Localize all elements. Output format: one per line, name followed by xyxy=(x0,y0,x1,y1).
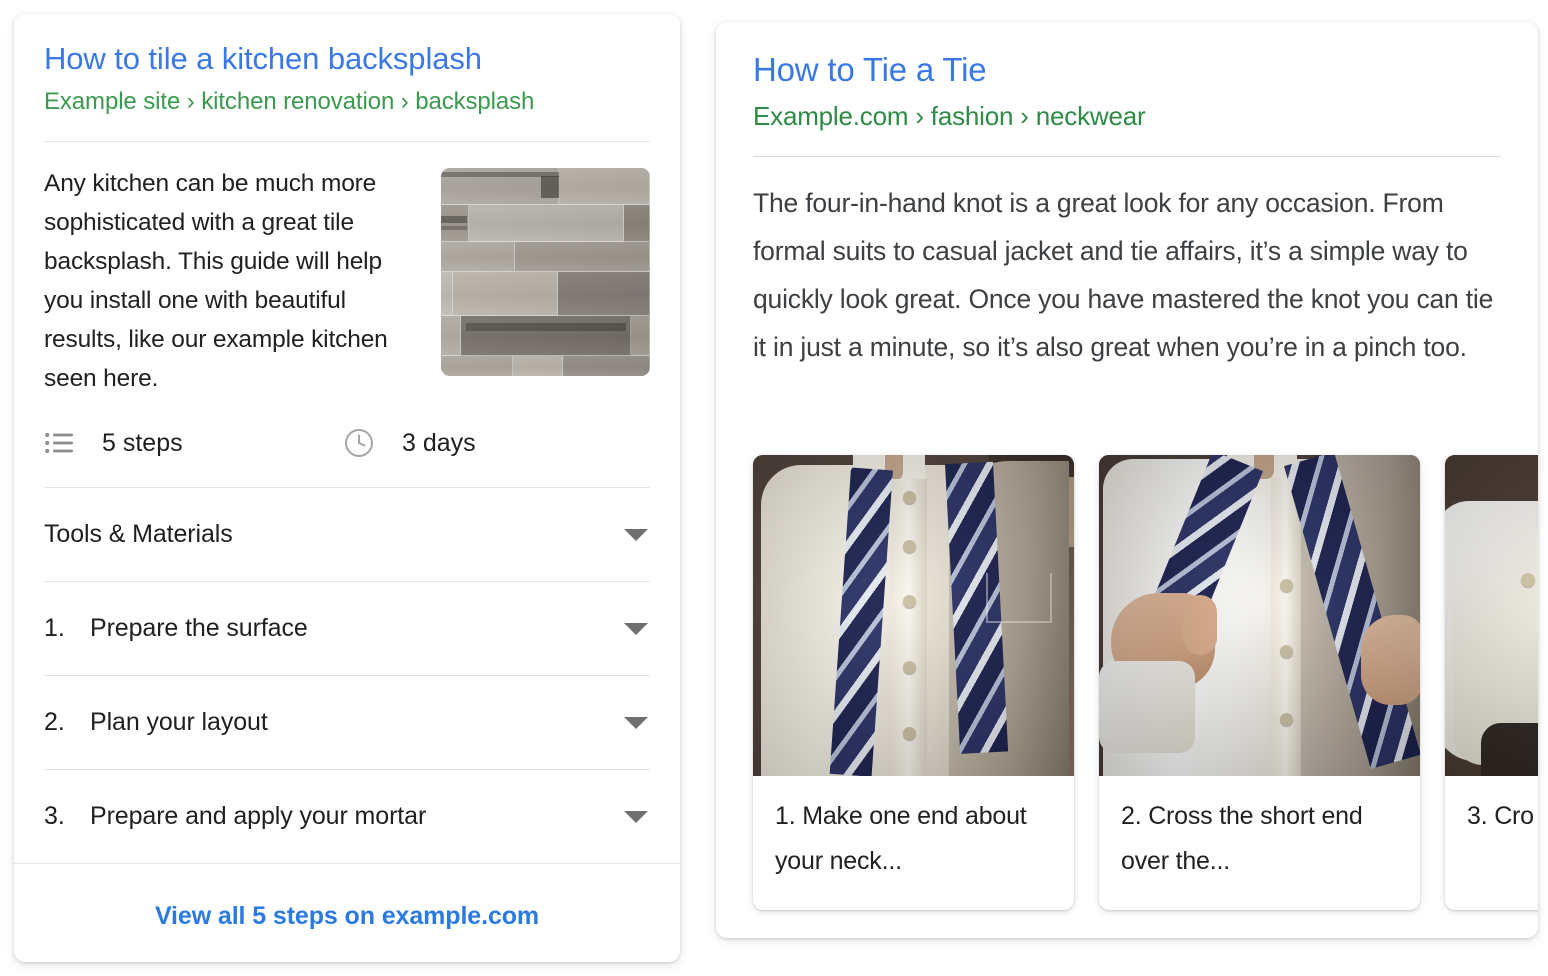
accordion-step-1[interactable]: 1. Prepare the surface xyxy=(44,582,650,675)
breadcrumb: Example site › kitchen renovation › back… xyxy=(44,88,535,115)
result-title[interactable]: How to tile a kitchen backsplash xyxy=(44,14,650,78)
step-label: Plan your layout xyxy=(90,708,268,736)
steps-count-label: 5 steps xyxy=(102,429,183,457)
howto-result-card-backsplash: How to tile a kitchen backsplash Example… xyxy=(14,14,680,962)
tie-step-1-photo xyxy=(753,455,1074,776)
chevron-down-icon[interactable] xyxy=(624,622,648,635)
step-number: 3. xyxy=(44,802,65,830)
chevron-down-icon[interactable] xyxy=(624,528,648,541)
list-icon xyxy=(44,428,74,458)
description-row: Any kitchen can be much more sophisticat… xyxy=(44,142,650,398)
description-text: The four-in-hand knot is a great look fo… xyxy=(753,188,1494,362)
accordion-label: Tools & Materials xyxy=(44,520,233,548)
description-text: Any kitchen can be much more sophisticat… xyxy=(44,170,388,392)
chevron-down-icon[interactable] xyxy=(624,810,648,823)
accordion-tools-materials[interactable]: Tools & Materials xyxy=(44,488,650,581)
carousel-caption: 1. Make one end about your neck... xyxy=(775,802,1027,875)
accordion-step-2[interactable]: 2. Plan your layout xyxy=(44,676,650,769)
carousel-caption: 2. Cross the short end over the... xyxy=(1121,802,1363,875)
carousel-slide-1[interactable]: 1. Make one end about your neck... xyxy=(753,455,1074,910)
accordion-step-3[interactable]: 3. Prepare and apply your mortar xyxy=(44,770,650,863)
carousel-caption: 3. Cro your b xyxy=(1467,802,1538,830)
steps-meta: 5 steps xyxy=(44,428,344,458)
step-number: 1. xyxy=(44,614,65,642)
step-number: 2. xyxy=(44,708,65,736)
tie-step-2-photo xyxy=(1099,455,1420,776)
carousel-slide-2[interactable]: 2. Cross the short end over the... xyxy=(1099,455,1420,910)
carousel-slide-3[interactable]: 3. Cro your b xyxy=(1445,455,1538,910)
duration-meta: 3 days xyxy=(344,428,476,458)
howto-result-card-tie: How to Tie a Tie Example.com › fashion ›… xyxy=(716,22,1538,938)
step-label: Prepare the surface xyxy=(90,614,308,642)
steps-carousel[interactable]: 1. Make one end about your neck... 2. Cr… xyxy=(753,455,1538,910)
backsplash-thumbnail-image xyxy=(441,168,650,376)
step-label: Prepare and apply your mortar xyxy=(90,802,427,830)
howto-meta-row: 5 steps 3 days xyxy=(44,398,650,487)
breadcrumb: Example.com › fashion › neckwear xyxy=(753,101,1146,131)
tie-step-3-photo xyxy=(1445,455,1538,776)
view-all-steps-link[interactable]: View all 5 steps on example.com xyxy=(14,864,680,931)
duration-label: 3 days xyxy=(402,429,476,457)
clock-icon xyxy=(344,428,374,458)
chevron-down-icon[interactable] xyxy=(624,716,648,729)
result-title[interactable]: How to Tie a Tie xyxy=(753,22,1501,90)
